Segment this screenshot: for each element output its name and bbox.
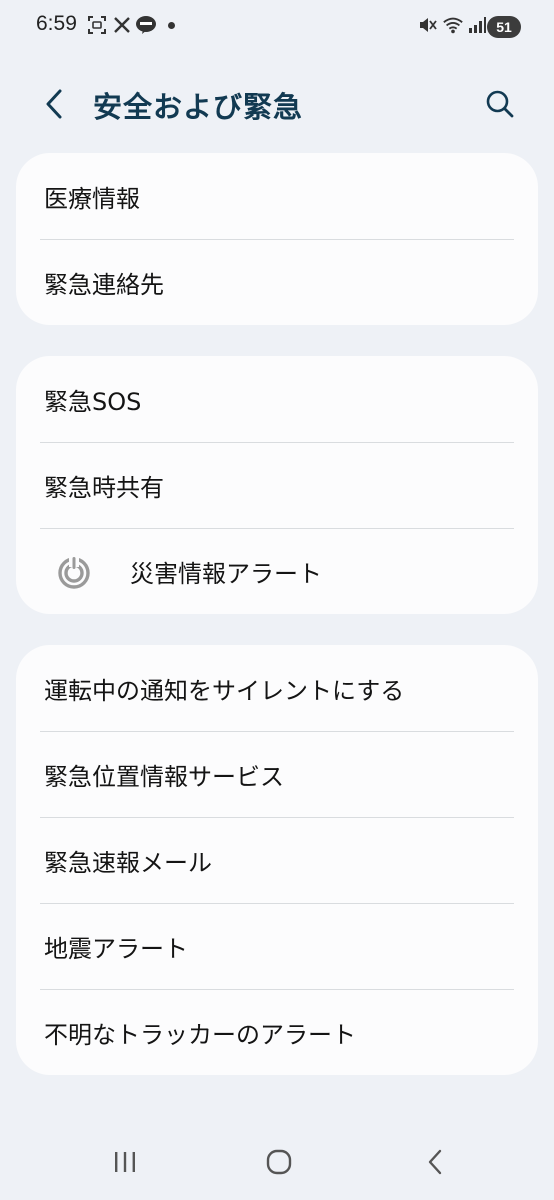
list-item-emergency-contacts[interactable]: 緊急連絡先	[16, 239, 538, 325]
status-time: 6:59	[36, 12, 77, 35]
notification-dot	[168, 22, 175, 29]
list-item-unknown-tracker-alert[interactable]: 不明なトラッカーのアラート	[16, 989, 538, 1075]
mute-icon	[416, 14, 438, 36]
alert-signal-icon	[54, 551, 94, 591]
list-item-label: 緊急速報メール	[44, 848, 212, 877]
home-icon	[266, 1149, 292, 1175]
list-item-label: 緊急SOS	[44, 387, 142, 416]
list-item-label: 地震アラート	[44, 934, 188, 963]
screenshot-icon	[86, 14, 108, 36]
settings-group-medical: 医療情報 緊急連絡先	[16, 153, 538, 325]
signal-icon	[466, 14, 488, 36]
list-item-label: 緊急位置情報サービス	[44, 762, 284, 791]
list-item-disaster-alert[interactable]: 災害情報アラート	[16, 528, 538, 614]
list-item-driving-silent[interactable]: 運転中の通知をサイレントにする	[16, 645, 538, 731]
list-item-label: 緊急連絡先	[44, 270, 164, 299]
line-app-icon	[135, 14, 157, 36]
list-item-emergency-sharing[interactable]: 緊急時共有	[16, 442, 538, 528]
home-button[interactable]	[257, 1142, 301, 1182]
settings-group-alerts: 運転中の通知をサイレントにする 緊急位置情報サービス 緊急速報メール 地震アラー…	[16, 645, 538, 1075]
list-item-label: 不明なトラッカーのアラート	[44, 1020, 356, 1049]
nav-back-icon	[428, 1149, 442, 1175]
list-item-emergency-location[interactable]: 緊急位置情報サービス	[16, 731, 538, 817]
battery-indicator: 51	[487, 16, 521, 38]
recent-apps-icon	[115, 1152, 135, 1172]
list-item-emergency-sos[interactable]: 緊急SOS	[16, 356, 538, 442]
back-button[interactable]	[36, 84, 72, 124]
wifi-icon	[442, 14, 464, 36]
list-item-label: 運転中の通知をサイレントにする	[44, 676, 405, 705]
list-item-label: 緊急時共有	[44, 473, 164, 502]
list-item-label: 医療情報	[44, 184, 140, 213]
settings-group-emergency: 緊急SOS 緊急時共有 災害情報アラート	[16, 356, 538, 614]
list-item-earthquake-alert[interactable]: 地震アラート	[16, 903, 538, 989]
system-nav-bar	[0, 1130, 554, 1194]
recent-apps-button[interactable]	[103, 1142, 147, 1182]
nav-back-button[interactable]	[413, 1142, 457, 1182]
list-item-emergency-broadcast[interactable]: 緊急速報メール	[16, 817, 538, 903]
list-item-medical-info[interactable]: 医療情報	[16, 153, 538, 239]
search-button[interactable]	[480, 84, 520, 124]
list-item-label: 災害情報アラート	[130, 559, 322, 588]
app-header: 安全および緊急	[0, 70, 554, 140]
back-arrow-icon	[46, 89, 62, 119]
search-icon	[486, 90, 514, 118]
status-bar: 6:59 51	[0, 0, 554, 56]
x-app-icon	[111, 14, 133, 36]
page-title: 安全および緊急	[93, 90, 304, 124]
